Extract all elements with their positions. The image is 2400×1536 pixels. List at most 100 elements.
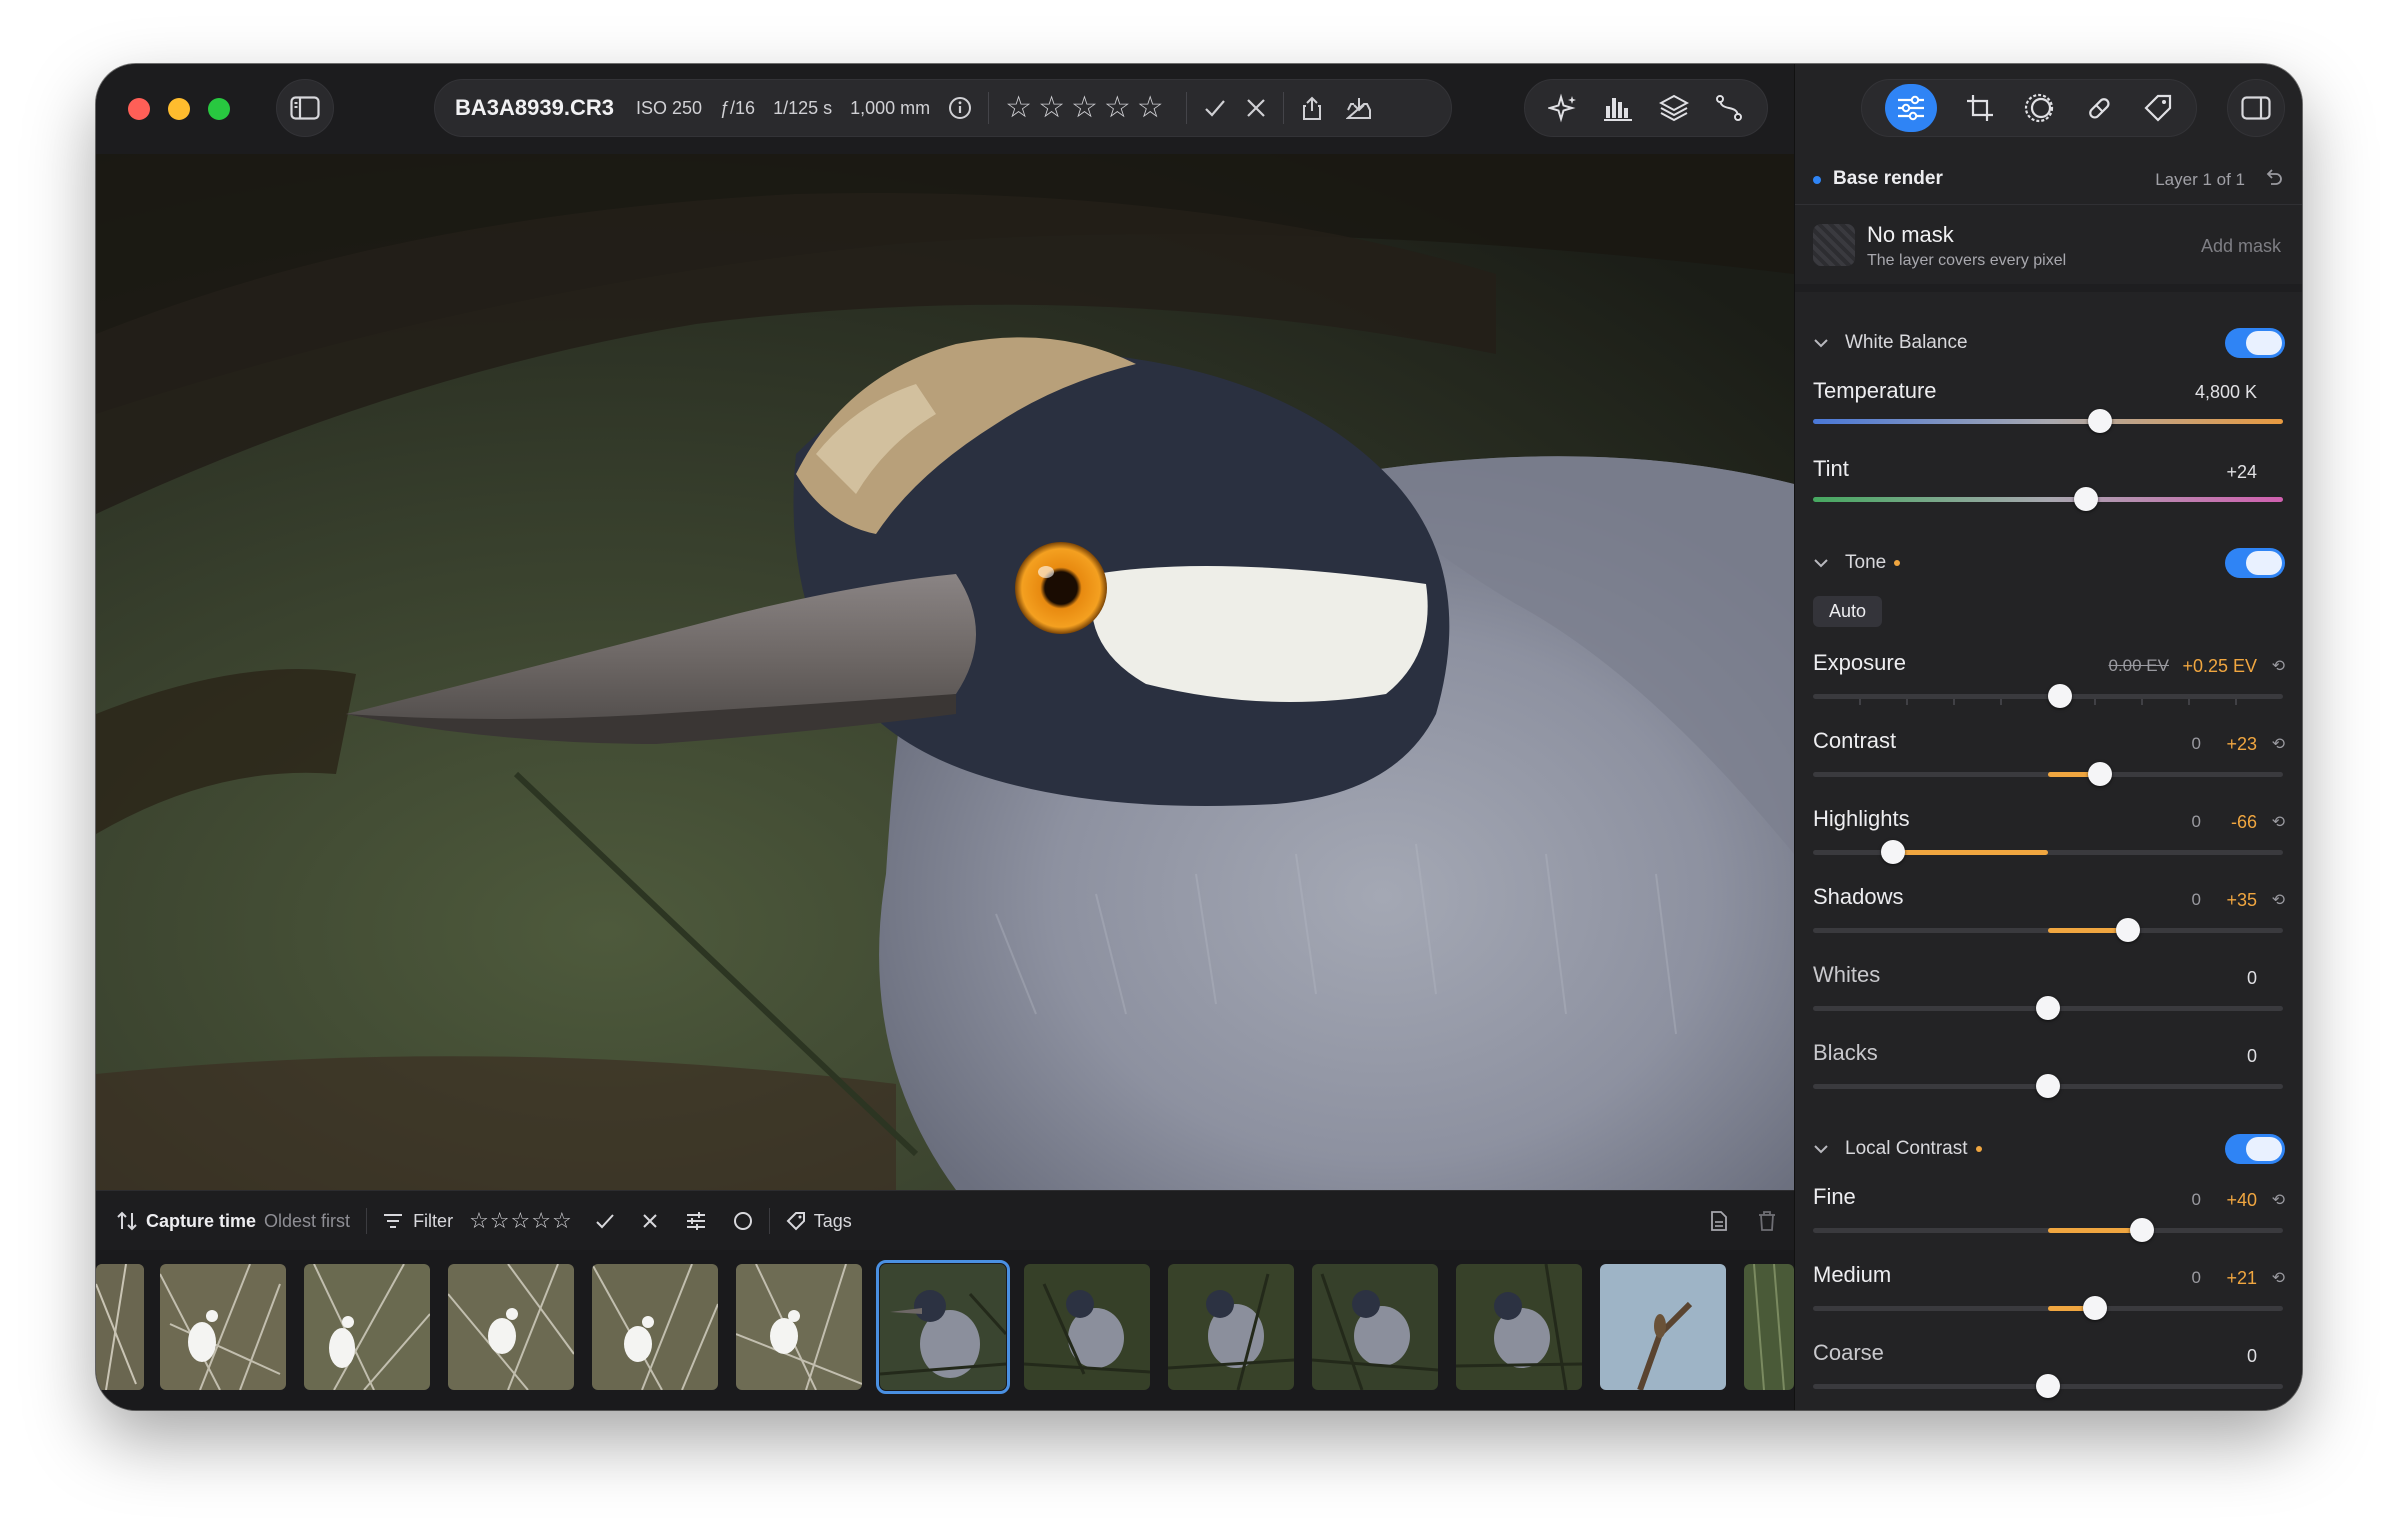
layer-name[interactable]: Base render <box>1833 168 1943 190</box>
thumbnail[interactable] <box>448 1264 574 1390</box>
thumbnail[interactable] <box>736 1264 862 1390</box>
thumbnail[interactable] <box>1024 1264 1150 1390</box>
filter-adjusted-button[interactable] <box>685 1211 707 1231</box>
slider-knob[interactable] <box>2087 762 2112 786</box>
whites-slider[interactable] <box>1813 996 2283 1020</box>
thumbnail[interactable] <box>96 1264 144 1390</box>
slider-knob[interactable] <box>2073 487 2098 511</box>
filter-star-2[interactable]: ☆ <box>490 1208 511 1233</box>
layers-button[interactable] <box>1658 93 1689 123</box>
reset-icon[interactable]: ⟲ <box>2272 812 2285 832</box>
thumbnail[interactable] <box>1312 1264 1438 1390</box>
close-window-button[interactable] <box>128 98 150 120</box>
tags-icon-button[interactable] <box>786 1211 806 1231</box>
tab-masks[interactable] <box>2023 92 2055 124</box>
pick-button[interactable] <box>1203 96 1227 120</box>
reset-icon[interactable]: ⟲ <box>2272 1190 2285 1210</box>
thumbnail[interactable] <box>304 1264 430 1390</box>
shadows-value[interactable]: +35 <box>2226 890 2257 911</box>
reset-icon[interactable]: ⟲ <box>2272 890 2285 910</box>
tab-crop[interactable] <box>1966 94 1994 122</box>
fine-value[interactable]: +40 <box>2226 1190 2257 1211</box>
filter-star-5[interactable]: ☆ <box>552 1208 573 1233</box>
slider-knob[interactable] <box>1880 840 1905 864</box>
filter-star-4[interactable]: ☆ <box>531 1208 552 1233</box>
filter-rating-stars[interactable]: ☆☆☆☆☆ <box>469 1208 573 1234</box>
thumbnail[interactable] <box>1744 1264 1794 1390</box>
slider-knob[interactable] <box>2083 1296 2107 1320</box>
slider-knob[interactable] <box>2115 918 2140 942</box>
slider-knob[interactable] <box>2036 1074 2060 1098</box>
rating-star-3[interactable]: ☆ <box>1071 93 1098 123</box>
highlights-value[interactable]: -66 <box>2231 812 2257 833</box>
minimize-window-button[interactable] <box>168 98 190 120</box>
reset-icon[interactable]: ⟲ <box>2272 656 2285 676</box>
slider-knob[interactable] <box>2036 996 2060 1020</box>
tab-retouch[interactable] <box>2084 93 2114 123</box>
thumbnail[interactable] <box>1600 1264 1726 1390</box>
medium-value[interactable]: +21 <box>2226 1268 2257 1289</box>
tab-presets[interactable] <box>2143 93 2173 123</box>
filter-star-1[interactable]: ☆ <box>469 1208 490 1233</box>
add-mask-button[interactable]: Add mask <box>2201 236 2281 257</box>
slider-knob[interactable] <box>2047 684 2072 708</box>
info-button[interactable] <box>948 96 972 120</box>
histogram-button[interactable] <box>1603 94 1633 122</box>
reject-button[interactable] <box>1245 97 1267 119</box>
section-local-contrast[interactable]: Local Contrast <box>1813 1138 1982 1160</box>
export-button[interactable] <box>1345 96 1372 120</box>
rating-star-4[interactable]: ☆ <box>1104 93 1131 123</box>
rating-star-1[interactable]: ☆ <box>1005 93 1032 123</box>
sort-direction-button[interactable] <box>116 1210 138 1232</box>
section-tone[interactable]: Tone <box>1813 552 1901 574</box>
layer-history-button[interactable] <box>2263 168 2283 188</box>
blacks-value[interactable]: 0 <box>2247 1046 2257 1067</box>
thumbnail[interactable] <box>160 1264 286 1390</box>
blacks-slider[interactable] <box>1813 1074 2283 1098</box>
filter-star-3[interactable]: ☆ <box>511 1208 532 1233</box>
sort-order[interactable]: Oldest first <box>264 1211 350 1232</box>
sort-field[interactable]: Capture time <box>146 1211 256 1232</box>
photo-canvas[interactable] <box>96 154 1794 1190</box>
exposure-slider[interactable] <box>1813 684 2283 708</box>
exposure-value[interactable]: +0.25 EV <box>2182 656 2257 677</box>
reset-icon[interactable]: ⟲ <box>2272 734 2285 754</box>
slider-knob[interactable] <box>2036 1374 2060 1398</box>
trash-button[interactable] <box>1758 1211 1776 1231</box>
thumbnail-selected[interactable] <box>876 1260 1010 1394</box>
mask-thumbnail[interactable] <box>1813 224 1855 266</box>
filter-label[interactable]: Filter <box>413 1211 453 1232</box>
section-white-balance[interactable]: White Balance <box>1813 332 1968 354</box>
medium-slider[interactable] <box>1813 1296 2283 1320</box>
fine-slider[interactable] <box>1813 1218 2283 1242</box>
toggle-sidebar-button[interactable] <box>276 79 334 137</box>
tone-toggle[interactable] <box>2225 548 2285 578</box>
auto-tone-button[interactable]: Auto <box>1813 596 1883 627</box>
filter-color-button[interactable] <box>733 1211 753 1231</box>
slider-knob[interactable] <box>2130 1218 2154 1242</box>
curves-button[interactable] <box>1714 93 1744 123</box>
reset-icon[interactable]: ⟲ <box>2272 1268 2285 1288</box>
tab-adjustments[interactable] <box>1884 84 1937 132</box>
shadows-slider[interactable] <box>1813 918 2283 942</box>
tint-slider[interactable] <box>1813 487 2283 511</box>
document-button[interactable] <box>1710 1211 1728 1231</box>
contrast-value[interactable]: +23 <box>2226 734 2257 755</box>
rating-star-2[interactable]: ☆ <box>1038 93 1065 123</box>
tint-value[interactable]: +24 <box>2226 462 2257 483</box>
white-balance-toggle[interactable] <box>2225 328 2285 358</box>
highlights-slider[interactable] <box>1813 840 2283 864</box>
coarse-value[interactable]: 0 <box>2247 1346 2257 1367</box>
toggle-inspector-button[interactable] <box>2227 79 2285 137</box>
contrast-slider[interactable] <box>1813 762 2283 786</box>
temperature-slider[interactable] <box>1813 409 2283 433</box>
filter-icon-button[interactable] <box>383 1213 403 1229</box>
filter-rejected-button[interactable] <box>641 1212 659 1230</box>
auto-enhance-button[interactable] <box>1547 93 1578 123</box>
rating-star-5[interactable]: ☆ <box>1137 93 1164 123</box>
coarse-slider[interactable] <box>1813 1374 2283 1398</box>
thumbnail[interactable] <box>1456 1264 1582 1390</box>
share-button[interactable] <box>1300 95 1324 121</box>
temperature-value[interactable]: 4,800 K <box>2195 382 2257 403</box>
thumbnail[interactable] <box>1168 1264 1294 1390</box>
